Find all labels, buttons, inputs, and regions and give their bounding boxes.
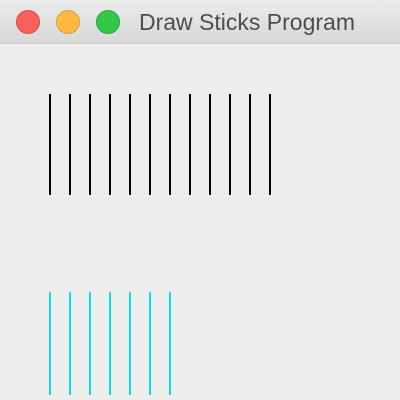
stick-group-1 (49, 94, 271, 195)
stick-group-2 (49, 292, 171, 395)
zoom-button[interactable] (96, 10, 120, 34)
title-bar[interactable]: Draw Sticks Program (0, 0, 400, 44)
window-title: Draw Sticks Program (139, 9, 355, 35)
minimize-button[interactable] (56, 10, 80, 34)
app-window: Draw Sticks Program (0, 0, 400, 400)
sticks-drawing (49, 94, 271, 395)
close-button[interactable] (16, 10, 40, 34)
drawing-canvas (0, 44, 400, 400)
